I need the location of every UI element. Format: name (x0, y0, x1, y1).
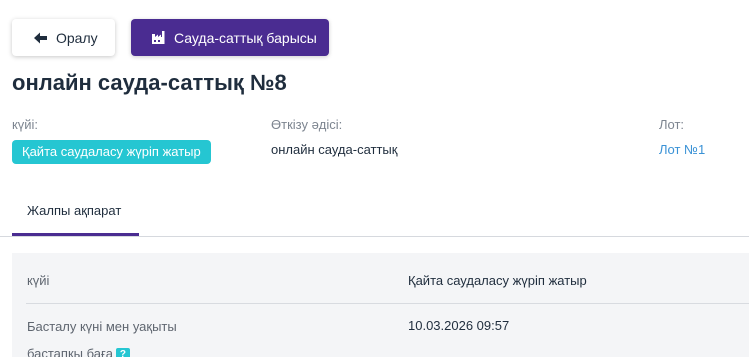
back-button-label: Оралу (56, 29, 98, 46)
info-row-label: бастапқы баға? (27, 346, 130, 357)
info-row-value: Қайта саудаласу жүріп жатыр (408, 273, 587, 288)
auction-progress-label: Сауда-саттық барысы (174, 29, 317, 46)
method-value: онлайн сауда-саттық (271, 142, 398, 157)
general-info-panel: күйі Қайта саудаласу жүріп жатыр Басталу… (12, 253, 749, 357)
info-row-label: күйі (27, 273, 50, 288)
page-title: онлайн сауда-саттық №8 (12, 70, 287, 95)
starting-price-label: бастапқы баға (27, 346, 113, 357)
row-divider (26, 303, 749, 304)
status-badge: Қайта саудаласу жүріп жатыр (12, 140, 211, 164)
lot-label: Лот: (659, 117, 685, 132)
tab-general-info-label: Жалпы ақпарат (27, 203, 122, 218)
help-icon[interactable]: ? (115, 347, 130, 357)
tab-general-info[interactable]: Жалпы ақпарат (12, 195, 139, 236)
lot-link[interactable]: Лот №1 (659, 142, 705, 157)
factory-icon (152, 31, 165, 44)
status-label: күйі: (12, 117, 38, 132)
auction-progress-button[interactable]: Сауда-саттық барысы (131, 19, 329, 56)
method-label: Өткізу әдісі: (271, 117, 343, 132)
arrow-left-icon (34, 32, 47, 43)
tabs-divider (0, 236, 749, 237)
info-row-label: Басталу күні мен уақыты (27, 319, 177, 334)
back-button[interactable]: Оралу (12, 19, 115, 56)
info-row-value: 10.03.2026 09:57 (408, 318, 510, 333)
